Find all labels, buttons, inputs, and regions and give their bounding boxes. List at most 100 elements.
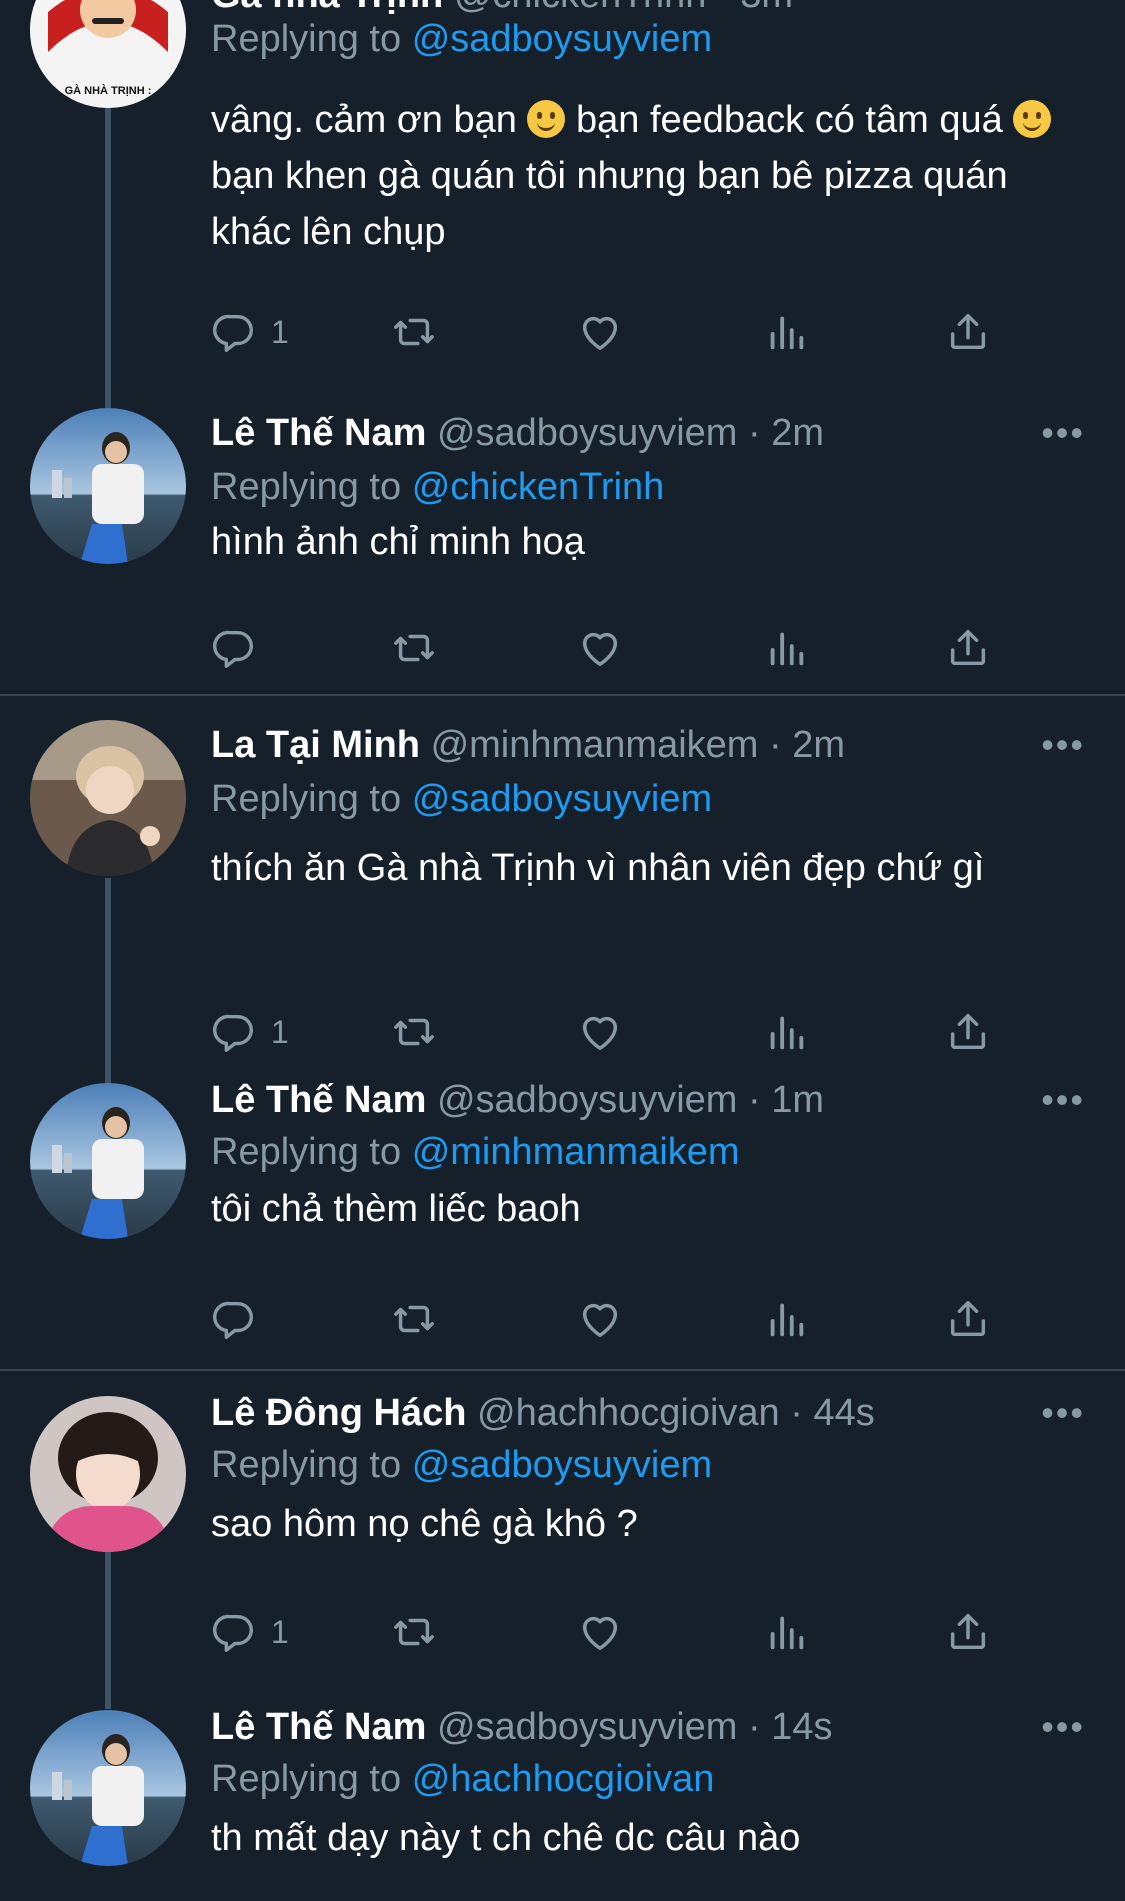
avatar[interactable] bbox=[30, 1083, 186, 1239]
share-button[interactable] bbox=[945, 1606, 991, 1658]
avatar[interactable]: GÀ NHÀ TRỊNH : bbox=[30, 0, 186, 108]
view-analytics-button[interactable] bbox=[763, 622, 809, 674]
reply-button[interactable] bbox=[211, 622, 271, 674]
thread-divider bbox=[0, 1369, 1125, 1371]
replying-label: Replying to bbox=[211, 1444, 402, 1486]
tweet-actions bbox=[211, 1293, 1011, 1345]
tweet[interactable]: Lê Thế Nam @sadboysuyviem · 1m ••• Reply… bbox=[0, 1079, 1125, 1373]
replying-to: Replying to @hachhocgioivan bbox=[211, 1756, 714, 1802]
display-name[interactable]: Lê Thế Nam bbox=[211, 412, 426, 454]
mention-link[interactable]: @sadboysuyviem bbox=[412, 778, 712, 820]
mention-link[interactable]: @sadboysuyviem bbox=[412, 18, 712, 60]
share-button[interactable] bbox=[945, 622, 991, 674]
more-options-button[interactable]: ••• bbox=[1041, 410, 1085, 456]
mention-link[interactable]: @chickenTrinh bbox=[412, 466, 665, 508]
tweet[interactable]: Lê Thế Nam @sadboysuyviem · 2m ••• Reply… bbox=[0, 408, 1125, 694]
reply-icon bbox=[211, 625, 257, 671]
tweet[interactable]: GÀ NHÀ TRỊNH : Gà nhà Trịnh @chickenTrin… bbox=[0, 0, 1125, 400]
display-name[interactable]: Gà nhà Trịnh bbox=[211, 0, 443, 16]
user-handle[interactable]: @sadboysuyviem bbox=[437, 412, 737, 454]
tweet-text-part: bạn khen gà quán tôi nhưng bạn bê pizza … bbox=[211, 155, 1008, 253]
separator-dot: · bbox=[748, 1079, 761, 1121]
view-analytics-button[interactable] bbox=[763, 306, 809, 358]
mention-link[interactable]: @hachhocgioivan bbox=[412, 1758, 715, 1800]
mention-link[interactable]: @minhmanmaikem bbox=[412, 1131, 740, 1173]
retweet-icon bbox=[391, 1296, 437, 1342]
replying-label: Replying to bbox=[211, 1131, 402, 1173]
more-options-button[interactable]: ••• bbox=[1041, 1390, 1085, 1436]
heart-icon bbox=[577, 1296, 623, 1342]
reply-button[interactable]: 1 bbox=[211, 306, 289, 358]
tweet-text: vâng. cảm ơn bạn bạn feedback có tâm quá… bbox=[211, 92, 1091, 260]
reply-count: 1 bbox=[271, 1013, 289, 1050]
tweet[interactable]: La Tại Minh @minhmanmaikem · 2m ••• Repl… bbox=[0, 720, 1125, 1080]
reply-button[interactable]: 1 bbox=[211, 1006, 289, 1058]
timestamp[interactable]: 14s bbox=[771, 1706, 832, 1748]
user-handle[interactable]: @hachhocgioivan bbox=[477, 1392, 780, 1434]
analytics-icon bbox=[763, 309, 809, 355]
reply-icon bbox=[211, 1296, 257, 1342]
user-handle[interactable]: @chickenTrinh bbox=[454, 0, 707, 16]
tweet-text: thích ăn Gà nhà Trịnh vì nhân viên đẹp c… bbox=[211, 847, 985, 889]
mention-link[interactable]: @sadboysuyviem bbox=[412, 1444, 712, 1486]
like-button[interactable] bbox=[577, 1606, 623, 1658]
display-name[interactable]: Lê Thế Nam bbox=[211, 1079, 426, 1121]
more-options-button[interactable]: ••• bbox=[1041, 1704, 1085, 1750]
retweet-icon bbox=[391, 309, 437, 355]
tweet[interactable]: Lê Đông Hách @hachhocgioivan · 44s ••• R… bbox=[0, 1392, 1125, 1716]
tweet-actions: 1 bbox=[211, 1606, 1011, 1658]
reply-icon bbox=[211, 1609, 257, 1655]
like-button[interactable] bbox=[577, 1293, 623, 1345]
like-button[interactable] bbox=[577, 306, 623, 358]
svg-text:GÀ NHÀ TRỊNH :: GÀ NHÀ TRỊNH : bbox=[65, 84, 152, 97]
retweet-icon bbox=[391, 1009, 437, 1055]
more-options-button[interactable]: ••• bbox=[1041, 722, 1085, 768]
replying-label: Replying to bbox=[211, 18, 402, 60]
share-button[interactable] bbox=[945, 1293, 991, 1345]
replying-to: Replying to @chickenTrinh bbox=[211, 464, 664, 510]
timestamp[interactable]: 1m bbox=[771, 1079, 824, 1121]
tweet-text-part: bạn feedback có tâm quá bbox=[576, 99, 1003, 141]
reply-button[interactable]: 1 bbox=[211, 1606, 289, 1658]
share-button[interactable] bbox=[945, 306, 991, 358]
reply-icon bbox=[211, 1009, 257, 1055]
avatar[interactable] bbox=[30, 408, 186, 564]
avatar[interactable] bbox=[30, 1710, 186, 1866]
reply-button[interactable] bbox=[211, 1293, 271, 1345]
separator-dot: · bbox=[790, 1392, 803, 1434]
display-name[interactable]: La Tại Minh bbox=[211, 724, 420, 766]
retweet-button[interactable] bbox=[391, 1006, 437, 1058]
retweet-button[interactable] bbox=[391, 1606, 437, 1658]
tweet[interactable]: Lê Thế Nam @sadboysuyviem · 14s ••• Repl… bbox=[0, 1706, 1125, 1901]
reply-count: 1 bbox=[271, 313, 289, 350]
user-handle[interactable]: @sadboysuyviem bbox=[437, 1706, 737, 1748]
user-handle[interactable]: @sadboysuyviem bbox=[437, 1079, 737, 1121]
replying-to: Replying to @sadboysuyviem bbox=[211, 776, 712, 822]
view-analytics-button[interactable] bbox=[763, 1606, 809, 1658]
avatar[interactable] bbox=[30, 720, 186, 876]
avatar[interactable] bbox=[30, 1396, 186, 1552]
timestamp[interactable]: 44s bbox=[813, 1392, 874, 1434]
user-handle[interactable]: @minhmanmaikem bbox=[431, 724, 759, 766]
view-analytics-button[interactable] bbox=[763, 1293, 809, 1345]
share-button[interactable] bbox=[945, 1006, 991, 1058]
replying-label: Replying to bbox=[211, 466, 402, 508]
analytics-icon bbox=[763, 1009, 809, 1055]
heart-icon bbox=[577, 1609, 623, 1655]
display-name[interactable]: Lê Thế Nam bbox=[211, 1706, 426, 1748]
retweet-button[interactable] bbox=[391, 306, 437, 358]
tweet-header: Lê Thế Nam @sadboysuyviem · 14s bbox=[211, 1704, 833, 1750]
tweet-actions: 1 bbox=[211, 1006, 1011, 1058]
slightly-smiling-face-icon bbox=[527, 100, 566, 138]
replying-to: Replying to @sadboysuyviem bbox=[211, 16, 712, 62]
like-button[interactable] bbox=[577, 1006, 623, 1058]
timestamp[interactable]: 2m bbox=[792, 724, 845, 766]
retweet-button[interactable] bbox=[391, 1293, 437, 1345]
display-name[interactable]: Lê Đông Hách bbox=[211, 1392, 466, 1434]
timestamp[interactable]: 2m bbox=[771, 412, 824, 454]
like-button[interactable] bbox=[577, 622, 623, 674]
more-options-button[interactable]: ••• bbox=[1041, 1077, 1085, 1123]
retweet-button[interactable] bbox=[391, 622, 437, 674]
view-analytics-button[interactable] bbox=[763, 1006, 809, 1058]
timestamp[interactable]: 3m bbox=[740, 0, 793, 16]
